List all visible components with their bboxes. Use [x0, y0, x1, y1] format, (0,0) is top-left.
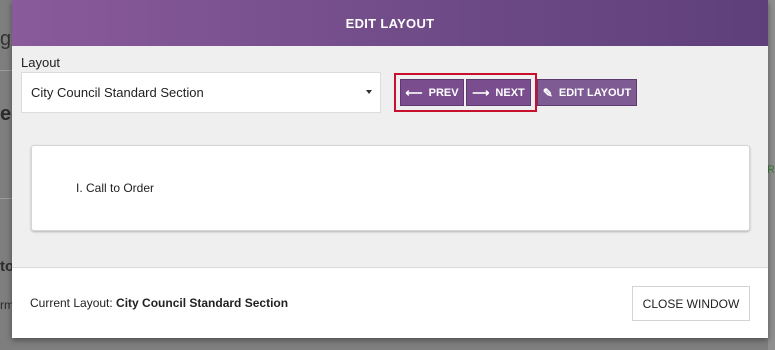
background-divider — [0, 198, 12, 199]
current-layout-text: Current Layout: City Council Standard Se… — [30, 296, 288, 310]
arrow-left-icon: ⟵ — [405, 85, 423, 100]
layout-preview-card: I. Call to Order — [31, 145, 750, 231]
prev-button-label: PREV — [428, 86, 459, 99]
current-layout-label: Current Layout: — [30, 296, 117, 310]
layout-select[interactable]: City Council Standard Section — [21, 72, 381, 113]
close-window-button[interactable]: CLOSE WINDOW — [632, 286, 750, 321]
edit-layout-button-label: EDIT LAYOUT — [558, 86, 632, 99]
background-divider — [0, 70, 12, 71]
next-button[interactable]: ⟶ NEXT — [466, 79, 531, 106]
pencil-icon: ✎ — [542, 85, 553, 100]
modal-header: EDIT LAYOUT — [12, 0, 768, 46]
background-text-fragment: R — [767, 164, 775, 176]
layout-label: Layout — [21, 55, 61, 70]
current-layout-value: City Council Standard Section — [116, 296, 289, 310]
edit-layout-modal: EDIT LAYOUT Layout City Council Standard… — [12, 0, 768, 338]
modal-title: EDIT LAYOUT — [345, 15, 435, 31]
caret-down-icon — [366, 90, 372, 94]
layout-select-value: City Council Standard Section — [31, 85, 204, 100]
list-item: I. Call to Order — [76, 181, 155, 195]
next-button-label: NEXT — [495, 86, 525, 99]
modal-footer: Current Layout: City Council Standard Se… — [12, 267, 768, 338]
prev-button[interactable]: ⟵ PREV — [400, 79, 464, 106]
edit-layout-button[interactable]: ✎ EDIT LAYOUT — [537, 79, 637, 106]
arrow-right-icon: ⟶ — [472, 85, 490, 100]
